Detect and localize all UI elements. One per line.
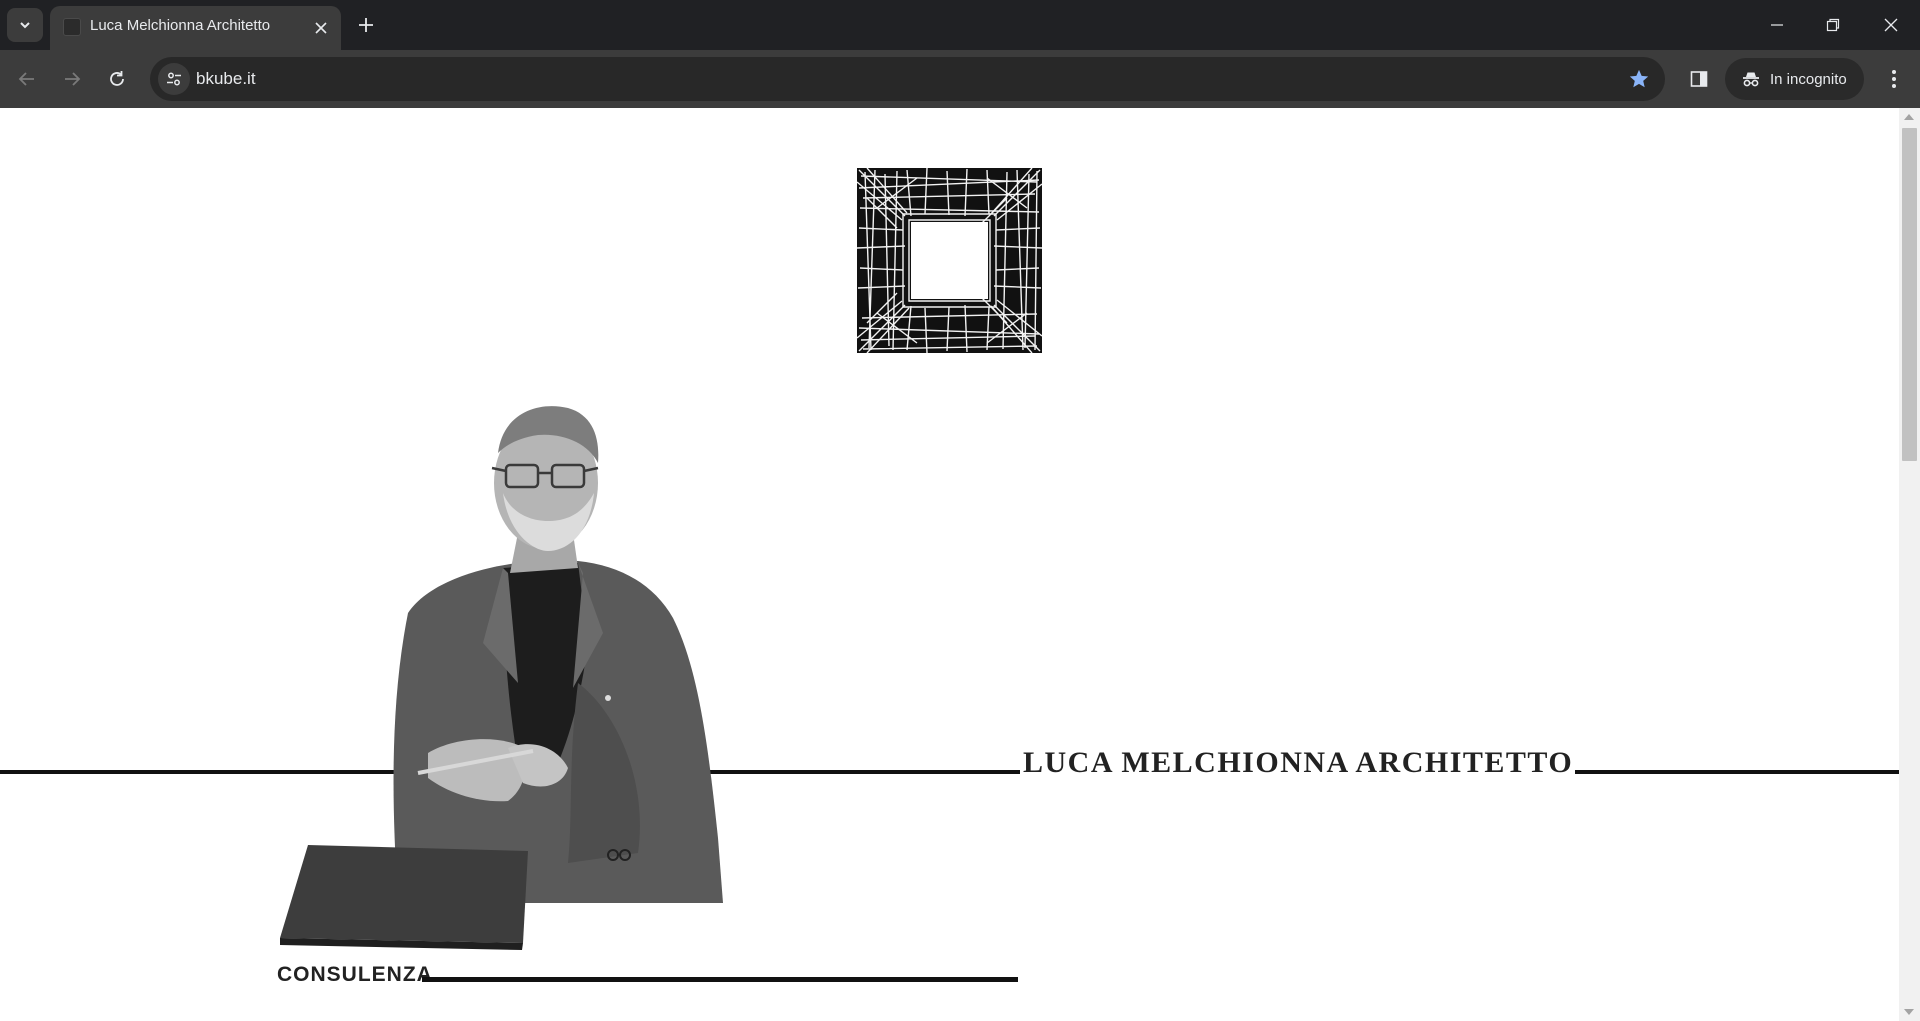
tune-icon: [167, 72, 181, 86]
close-window-button[interactable]: [1876, 10, 1906, 40]
tab-search-button[interactable]: [7, 8, 43, 42]
minimize-button[interactable]: [1762, 10, 1792, 40]
close-icon: [1884, 18, 1898, 32]
page-viewport: LUCA MELCHIONNA ARCHITETTO CONSULENZA: [0, 108, 1920, 1021]
bkube-logo[interactable]: [857, 168, 1042, 353]
restore-button[interactable]: [1818, 10, 1848, 40]
close-icon: [315, 22, 327, 34]
kebab-menu-icon: [1892, 70, 1896, 88]
browser-toolbar: bkube.it In incognito: [0, 50, 1920, 108]
forward-button[interactable]: [56, 63, 88, 95]
restore-icon: [1826, 18, 1840, 32]
browser-menu-button[interactable]: [1878, 63, 1910, 95]
side-panel-button[interactable]: [1683, 63, 1715, 95]
bookmark-button[interactable]: [1627, 67, 1651, 91]
hero-divider-right: [1560, 770, 1900, 774]
minimize-icon: [1771, 24, 1783, 26]
hero-title: LUCA MELCHIONNA ARCHITETTO: [1021, 746, 1576, 780]
architect-portrait: [280, 406, 723, 950]
scrollbar-thumb[interactable]: [1902, 128, 1917, 461]
page-scrollbar[interactable]: [1899, 108, 1920, 1021]
scroll-down-arrow-icon[interactable]: [1904, 1009, 1914, 1015]
section-label-consulenza[interactable]: CONSULENZA: [277, 963, 433, 987]
back-button[interactable]: [11, 63, 43, 95]
address-bar[interactable]: bkube.it: [150, 57, 1665, 101]
site-info-button[interactable]: [158, 63, 190, 95]
arrow-left-icon: [18, 72, 34, 86]
tab-close-button[interactable]: [311, 18, 331, 38]
url-text[interactable]: bkube.it: [196, 69, 256, 89]
incognito-icon: [1743, 72, 1759, 87]
incognito-label: In incognito: [1770, 70, 1847, 88]
chevron-down-icon: [20, 22, 30, 29]
side-panel-icon: [1690, 71, 1708, 87]
reload-icon: [110, 71, 124, 86]
plus-icon: [359, 18, 373, 32]
tab-title: Luca Melchionna Architetto: [90, 17, 271, 34]
tab-bar: Luca Melchionna Architetto: [0, 0, 1920, 50]
active-tab[interactable]: Luca Melchionna Architetto: [50, 6, 341, 50]
section-divider: [422, 977, 1018, 982]
scroll-up-arrow-icon[interactable]: [1904, 114, 1914, 120]
favicon-icon: [63, 18, 81, 36]
star-icon: [1629, 69, 1649, 88]
arrow-right-icon: [65, 72, 81, 86]
incognito-badge[interactable]: In incognito: [1725, 58, 1864, 100]
new-tab-button[interactable]: [354, 13, 378, 37]
reload-button[interactable]: [101, 63, 133, 95]
